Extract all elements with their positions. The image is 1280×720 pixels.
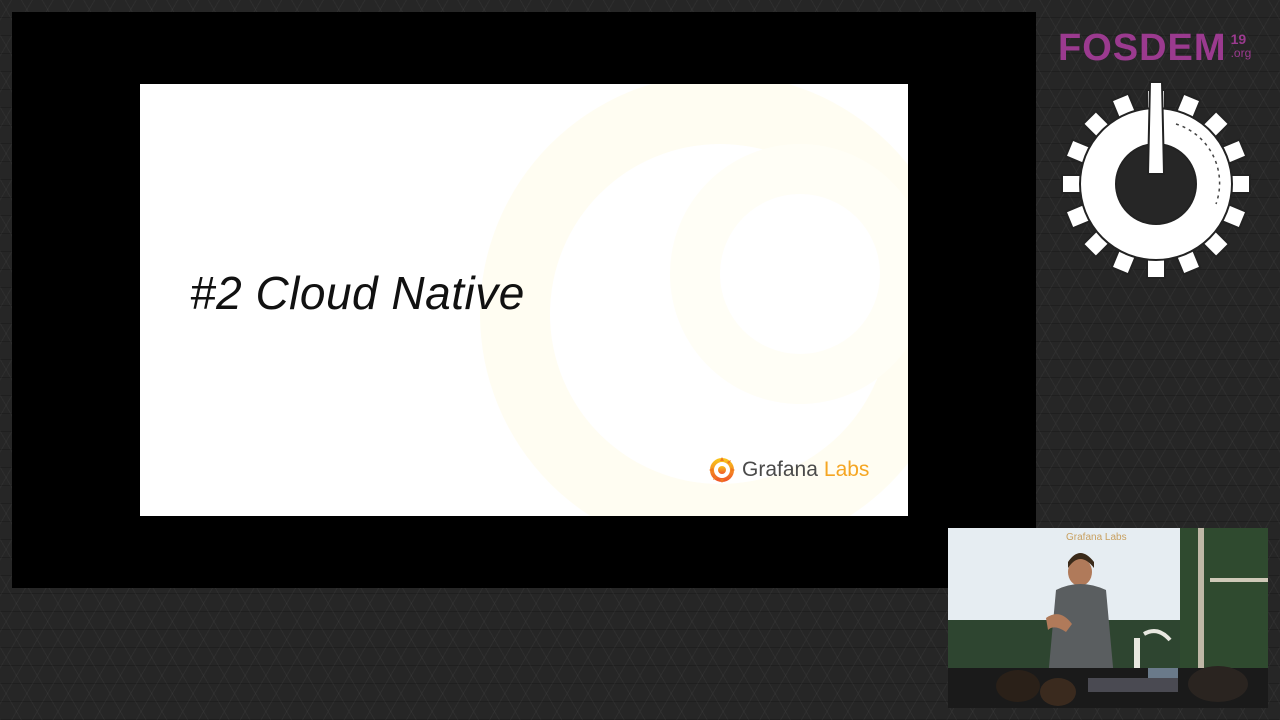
slide-area: #2 Cloud Native Grafana Labs: [12, 12, 1036, 588]
slide-title: #2 Cloud Native: [190, 267, 525, 319]
brand-name: Grafana: [742, 458, 818, 481]
fosdem-year: 19: [1230, 31, 1247, 47]
speaker-camera: Grafana Labs: [948, 528, 1268, 708]
brand-suffix: Labs: [823, 458, 870, 481]
grafana-labs-logo: Grafana Labs: [708, 456, 869, 484]
fosdem-name: FOSDEM: [1058, 27, 1227, 69]
speaker-camera-image: Grafana Labs: [948, 528, 1268, 708]
presentation-slide: #2 Cloud Native Grafana Labs: [140, 84, 908, 516]
fosdem-org: .org: [1230, 46, 1252, 60]
fosdem-logo: FOSDEM 19 .org: [1058, 28, 1251, 68]
fosdem-gear-icon: [1061, 81, 1251, 279]
fosdem-side: 19 .org: [1231, 32, 1252, 60]
grafana-swirl-icon: [709, 457, 735, 483]
projected-brand: Grafana Labs: [1066, 532, 1127, 543]
video-frame: #2 Cloud Native Grafana Labs FOSDEM 19 .…: [0, 0, 1280, 720]
